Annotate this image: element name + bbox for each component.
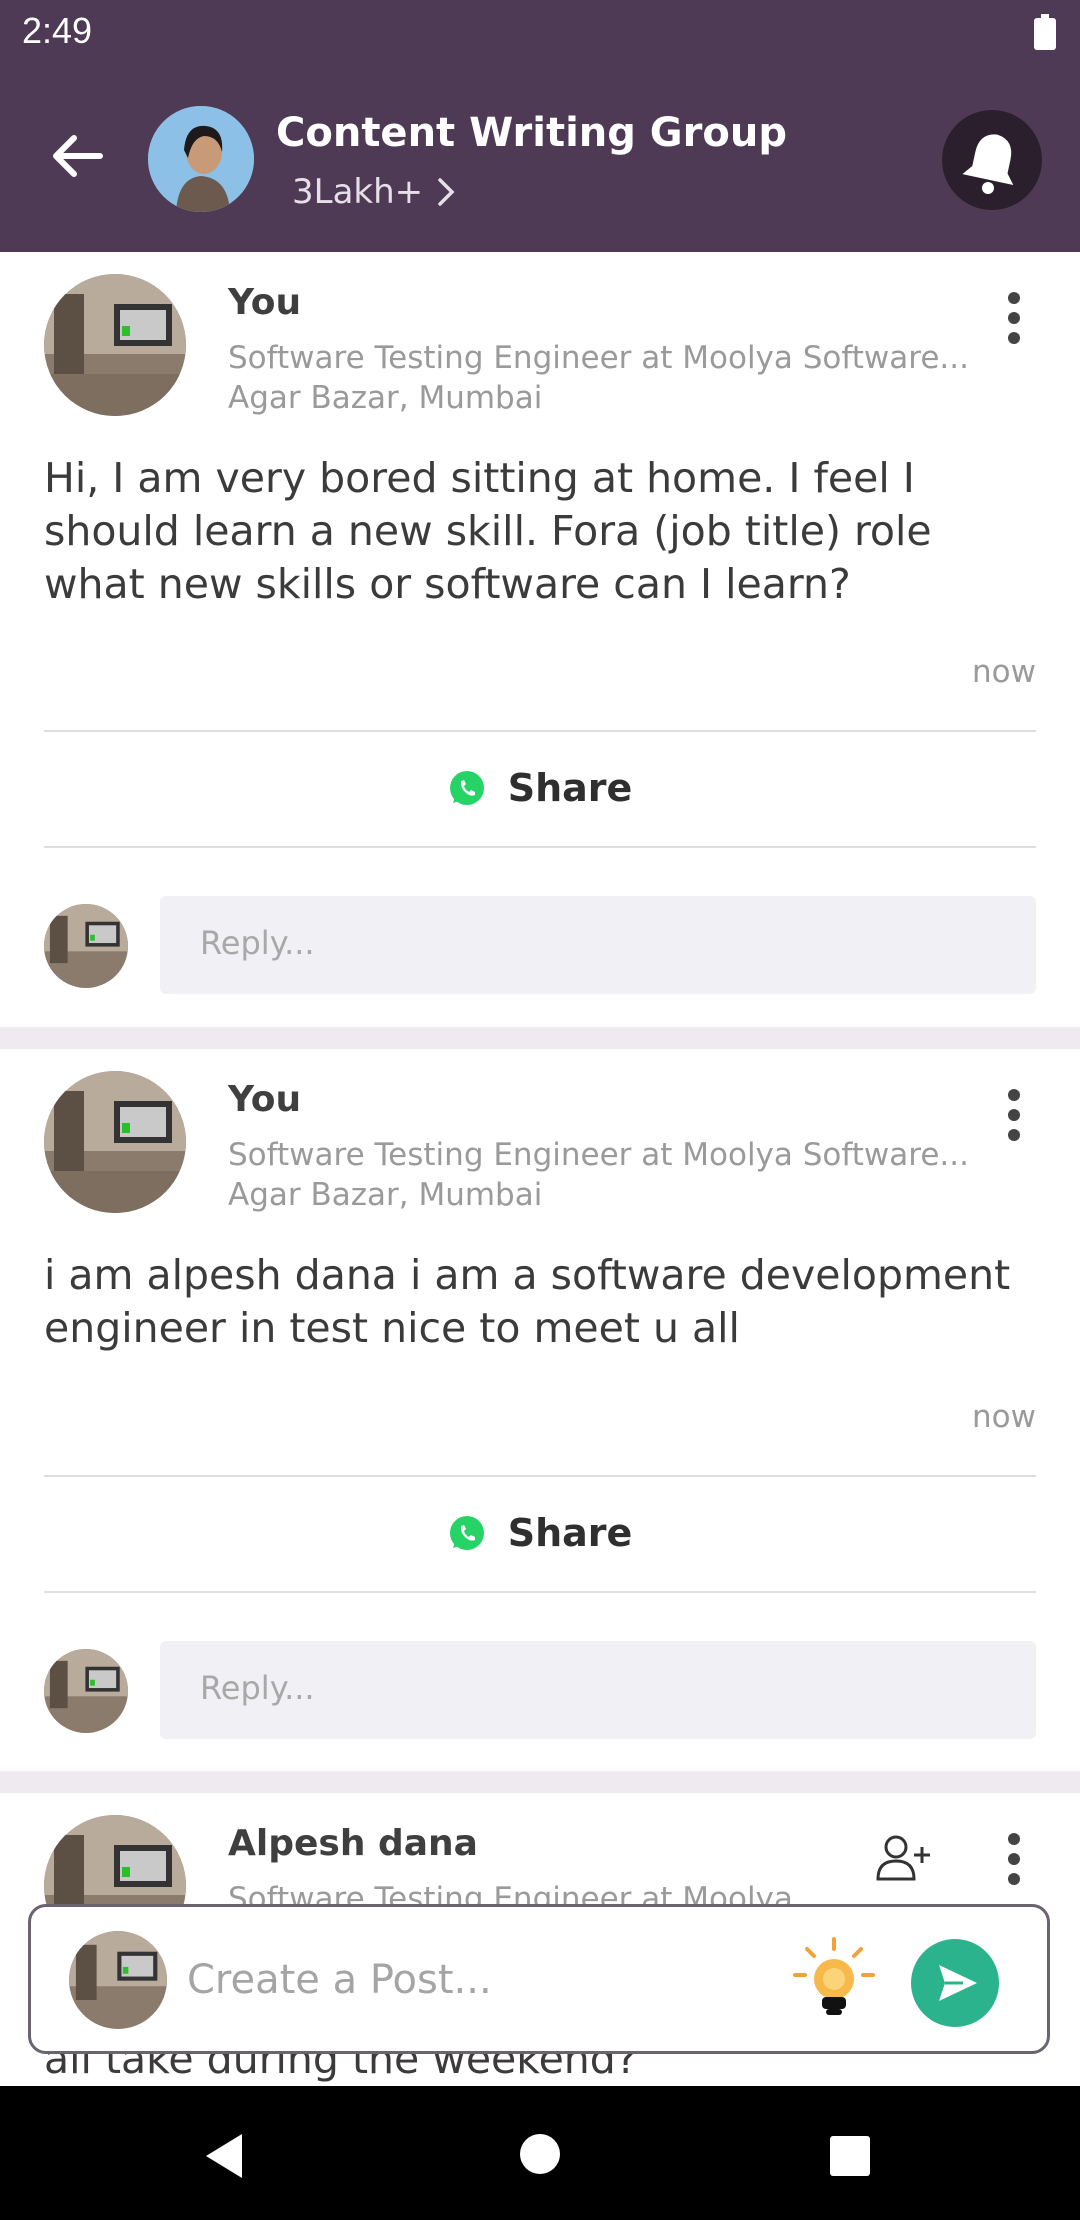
- status-bar: 2:49: [0, 0, 1080, 66]
- author-location: Agar Bazar, Mumbai: [228, 380, 543, 416]
- system-nav-bar: [0, 2086, 1080, 2220]
- nav-recents-icon[interactable]: [828, 2134, 872, 2178]
- group-avatar[interactable]: [148, 106, 254, 212]
- reply-avatar: [44, 904, 128, 988]
- nav-back-icon[interactable]: [202, 2132, 246, 2180]
- post-card: You Software Testing Engineer at Moolya …: [0, 1049, 1080, 1771]
- reply-avatar: [44, 1649, 128, 1733]
- author-avatar[interactable]: [44, 1071, 186, 1213]
- more-vert-icon[interactable]: [996, 1085, 1032, 1145]
- post-separator: [0, 1771, 1080, 1793]
- whatsapp-icon: [449, 1516, 484, 1550]
- back-arrow-icon[interactable]: [44, 124, 108, 188]
- status-time: 2:49: [22, 10, 93, 51]
- notification-button[interactable]: [942, 110, 1042, 210]
- member-count[interactable]: 3Lakh+: [292, 172, 455, 212]
- author-avatar[interactable]: [44, 274, 186, 416]
- divider: [44, 1591, 1036, 1593]
- send-icon: [939, 1965, 977, 2001]
- post-text: Hi, I am very bored sitting at home. I f…: [44, 454, 932, 608]
- share-button[interactable]: Share: [44, 1477, 1036, 1589]
- share-label: Share: [507, 1511, 633, 1555]
- battery-icon: [1034, 14, 1056, 50]
- composer-avatar: [69, 1931, 167, 2029]
- bell-icon: [962, 134, 1014, 194]
- author-headline: Software Testing Engineer at Moolya Soft…: [228, 340, 969, 376]
- author-headline: Software Testing Engineer at Moolya Soft…: [228, 1137, 969, 1173]
- post-time: now: [972, 1399, 1036, 1435]
- reply-input[interactable]: Reply...: [160, 1641, 1036, 1739]
- create-post-placeholder[interactable]: Create a Post...: [187, 1957, 492, 2003]
- nav-home-icon[interactable]: [518, 2132, 562, 2176]
- share-button[interactable]: Share: [44, 732, 1036, 844]
- group-title[interactable]: Content Writing Group: [276, 110, 787, 156]
- member-count-label: 3Lakh+: [292, 172, 424, 212]
- add-person-icon[interactable]: [874, 1833, 934, 1883]
- author-name[interactable]: You: [228, 1079, 301, 1120]
- author-name[interactable]: Alpesh dana: [228, 1823, 478, 1864]
- divider: [44, 846, 1036, 848]
- more-vert-icon[interactable]: [996, 288, 1032, 348]
- post-card: You Software Testing Engineer at Moolya …: [0, 252, 1080, 1027]
- chevron-right-icon: [438, 178, 455, 206]
- reply-placeholder: Reply...: [200, 1669, 315, 1707]
- reply-input[interactable]: Reply...: [160, 896, 1036, 994]
- share-label: Share: [507, 766, 633, 810]
- send-button[interactable]: [911, 1939, 999, 2027]
- author-name[interactable]: You: [228, 282, 301, 323]
- group-header: Content Writing Group 3Lakh+: [0, 66, 1080, 252]
- more-vert-icon[interactable]: [996, 1829, 1032, 1889]
- lightbulb-icon[interactable]: [789, 1935, 879, 2025]
- reply-placeholder: Reply...: [200, 924, 315, 962]
- whatsapp-icon: [449, 771, 484, 805]
- post-separator: [0, 1027, 1080, 1049]
- author-location: Agar Bazar, Mumbai: [228, 1177, 543, 1213]
- post-time: now: [972, 654, 1036, 690]
- post-text: i am alpesh dana i am a software develop…: [44, 1251, 1011, 1352]
- create-post-bar[interactable]: Create a Post...: [28, 1904, 1050, 2054]
